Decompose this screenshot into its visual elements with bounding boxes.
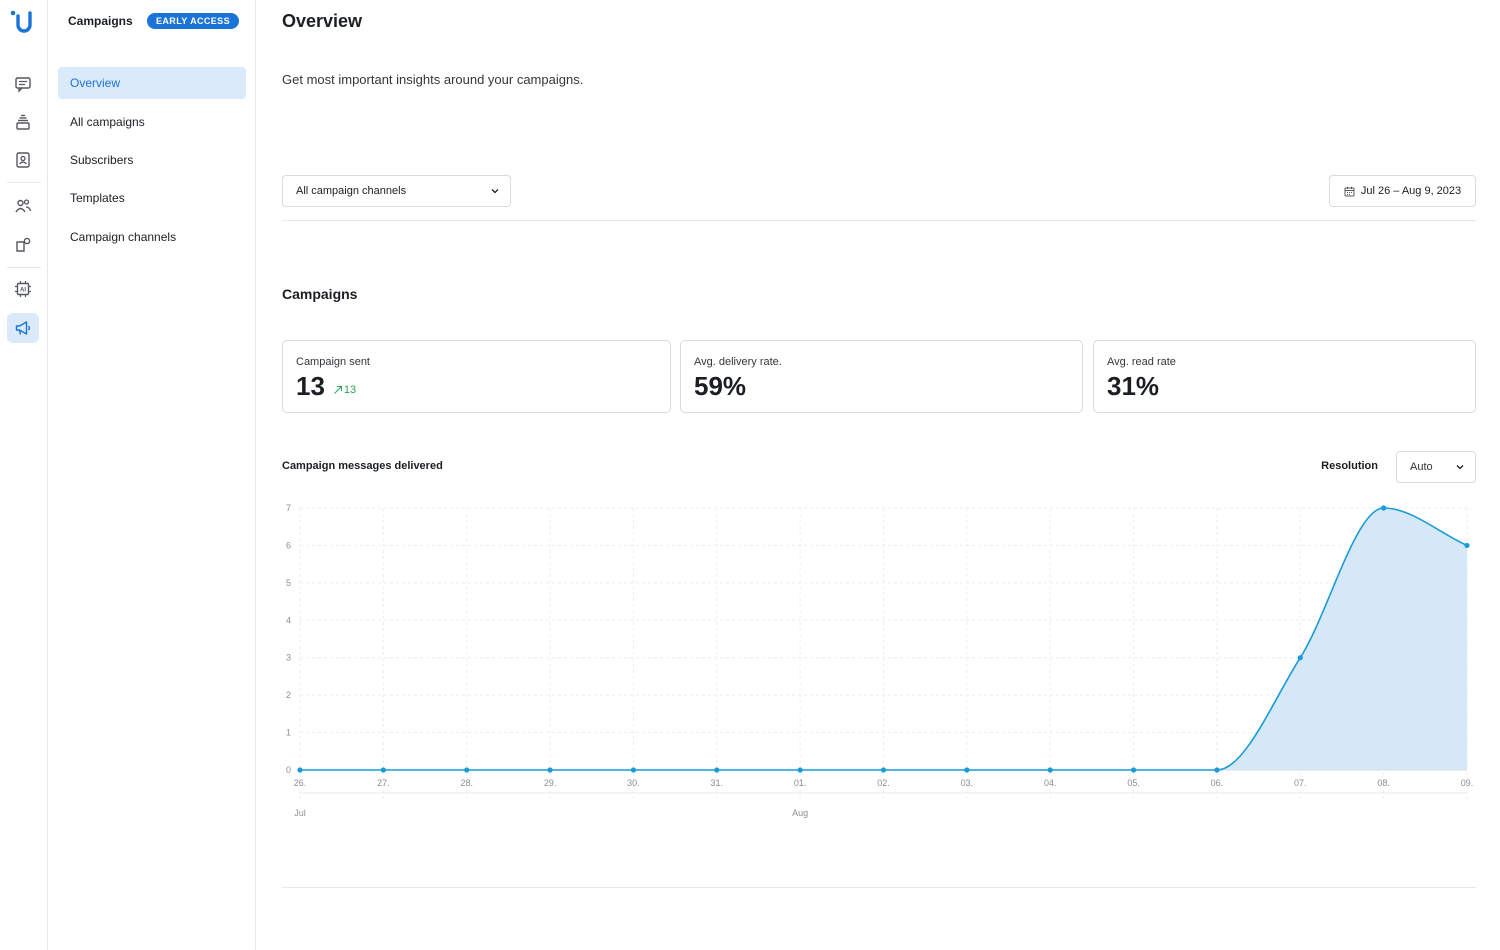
x-tick-label: 07. (1294, 778, 1307, 788)
data-point (714, 767, 720, 773)
x-tick-label: 01. (794, 778, 807, 788)
sidebar-item-templates[interactable]: Templates (58, 182, 246, 214)
team-icon[interactable] (7, 191, 39, 221)
resolution-select[interactable]: Auto (1396, 451, 1476, 483)
data-point (380, 767, 386, 773)
svg-text:AI: AI (20, 288, 26, 294)
rail-divider (7, 267, 41, 268)
channel-select-value: All campaign channels (296, 185, 407, 197)
y-tick-label: 4 (286, 615, 291, 625)
messages-delivered-chart: 0 1 2 3 4 5 6 7 26. 27. 28. 29. 30. 31. 01. 02. 03. 04. 05… (286, 503, 1474, 818)
stat-value: 59% (694, 371, 747, 401)
chart-title: Campaign messages delivered (282, 460, 443, 472)
sidebar-item-overview[interactable]: Overview (58, 67, 246, 99)
icon-rail: AI (0, 0, 48, 950)
chevron-down-icon (491, 189, 499, 194)
y-tick-label: 3 (286, 653, 291, 663)
y-tick-label: 1 (286, 728, 291, 738)
x-tick-label: 27. (377, 778, 390, 788)
x-month-label: Aug (792, 808, 808, 818)
data-point (1047, 767, 1053, 773)
stat-card-campaign-sent: Campaign sent 13 13 (282, 340, 671, 413)
x-month-label: Jul (294, 808, 306, 818)
filters-divider (282, 220, 1476, 221)
data-point (797, 767, 803, 773)
data-point (547, 767, 553, 773)
sidebar-item-campaign-channels[interactable]: Campaign channels (58, 221, 246, 253)
page-subtitle: Get most important insights around your … (282, 72, 584, 87)
stat-card-read-rate: Avg. read rate 31% (1093, 340, 1476, 413)
bottom-divider (282, 887, 1476, 888)
y-tick-label: 2 (286, 690, 291, 700)
x-tick-label: 06. (1211, 778, 1224, 788)
x-tick-label: 04. (1044, 778, 1057, 788)
stat-value: 13 (296, 371, 325, 401)
x-tick-label: 09. (1461, 778, 1474, 788)
resolution-label: Resolution (1321, 460, 1378, 472)
data-point (630, 767, 637, 773)
early-access-badge: EARLY ACCESS (147, 13, 239, 29)
channel-select[interactable]: All campaign channels (282, 175, 511, 207)
stat-value: 31% (1107, 371, 1160, 401)
x-tick-label: 02. (877, 778, 890, 788)
y-tick-label: 0 (286, 765, 291, 775)
ai-chip-icon[interactable]: AI (7, 274, 39, 304)
chevron-down-icon (1456, 465, 1464, 470)
sidebar-item-all-campaigns[interactable]: All campaigns (58, 106, 246, 138)
x-tick-label: 05. (1127, 778, 1140, 788)
campaigns-sidebar: Campaigns EARLY ACCESS Overview All camp… (48, 0, 256, 950)
y-tick-label: 5 (286, 578, 291, 588)
stat-label: Avg. read rate (1107, 356, 1176, 368)
x-tick-label: 08. (1377, 778, 1390, 788)
integrations-icon[interactable] (7, 230, 39, 260)
sidebar-header: Campaigns EARLY ACCESS (68, 12, 239, 30)
x-tick-label: 31. (711, 778, 724, 788)
data-point (1381, 505, 1387, 511)
x-tick-label: 03. (961, 778, 974, 788)
data-point (464, 767, 470, 773)
chat-icon[interactable] (7, 69, 39, 99)
stat-label: Campaign sent (296, 356, 370, 368)
campaigns-section-title: Campaigns (282, 286, 358, 302)
data-point (297, 767, 303, 773)
data-point (1464, 542, 1470, 549)
y-tick-label: 6 (286, 540, 291, 550)
x-tick-label: 30. (627, 778, 640, 788)
x-tick-label: 28. (460, 778, 473, 788)
resolution-value: Auto (1410, 461, 1433, 473)
data-point (880, 767, 887, 773)
stat-trend: 13 (333, 384, 356, 396)
brand-logo-icon[interactable] (9, 9, 39, 35)
sidebar-title: Campaigns (68, 14, 133, 28)
y-tick-label: 7 (286, 503, 291, 513)
date-range-picker[interactable]: Jul 26 – Aug 9, 2023 (1329, 175, 1476, 207)
calendar-icon (1344, 186, 1355, 196)
sidebar-item-subscribers[interactable]: Subscribers (58, 144, 246, 176)
data-point (1214, 767, 1220, 773)
megaphone-icon[interactable] (7, 313, 39, 343)
inbox-stack-icon[interactable] (7, 107, 39, 137)
stat-card-delivery-rate: Avg. delivery rate. 59% (680, 340, 1083, 413)
contacts-icon[interactable] (7, 145, 39, 175)
date-range-label: Jul 26 – Aug 9, 2023 (1360, 185, 1462, 197)
stat-label: Avg. delivery rate. (694, 356, 782, 368)
stat-trend-value: 13 (343, 384, 357, 396)
x-tick-label: 29. (544, 778, 557, 788)
rail-divider (7, 182, 41, 183)
data-point (1130, 767, 1137, 773)
main-content: Overview Get most important insights aro… (282, 0, 1476, 950)
x-tick-label: 26. (294, 778, 307, 788)
data-point (1297, 655, 1303, 661)
data-point (964, 767, 970, 773)
page-title: Overview (282, 11, 363, 31)
trend-up-icon (334, 386, 342, 394)
